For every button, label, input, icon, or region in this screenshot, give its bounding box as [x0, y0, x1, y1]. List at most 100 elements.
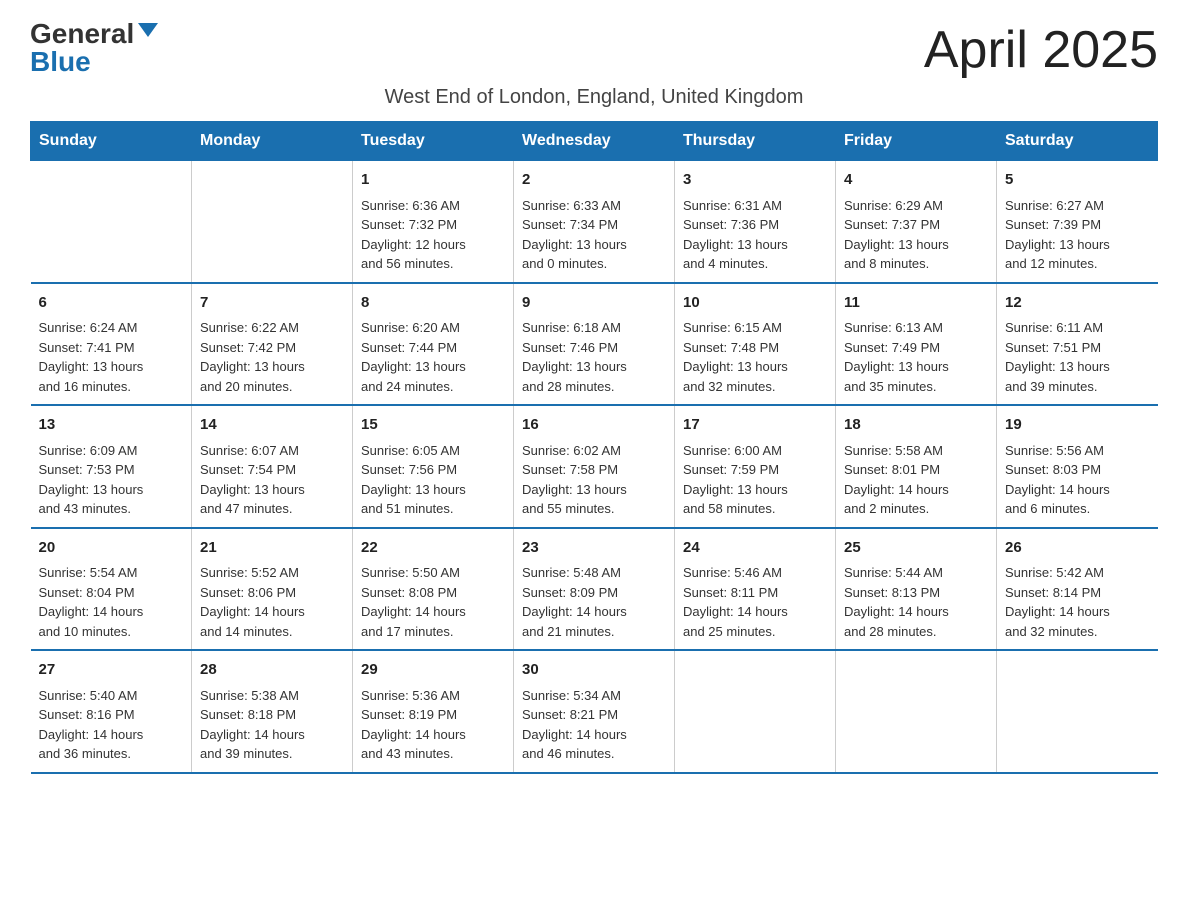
weekday-header-monday: Monday — [192, 122, 353, 161]
calendar-day-cell: 19 Sunrise: 5:56 AM Sunset: 8:03 PM Dayli… — [997, 405, 1158, 528]
calendar-day-cell — [31, 161, 192, 283]
calendar-day-cell: 5Sunrise: 6:27 AM Sunset: 7:39 PM Daylig… — [997, 161, 1158, 283]
day-info: Sunrise: 5:34 AM Sunset: 8:21 PM Dayligh… — [522, 686, 666, 764]
day-info: Sunrise: 6:18 AM Sunset: 7:46 PM Dayligh… — [522, 318, 666, 396]
calendar-day-cell: 14 Sunrise: 6:07 AM Sunset: 7:54 PM Dayli… — [192, 405, 353, 528]
day-number: 21 — [200, 537, 344, 560]
calendar-day-cell: 21Sunrise: 5:52 AM Sunset: 8:06 PM Dayli… — [192, 528, 353, 651]
day-info: Sunrise: 5:46 AM Sunset: 8:11 PM Dayligh… — [683, 563, 827, 641]
day-info: Sunrise: 6:29 AM Sunset: 7:37 PM Dayligh… — [844, 196, 988, 274]
calendar-day-cell: 7 Sunrise: 6:22 AM Sunset: 7:42 PM Daylig… — [192, 283, 353, 406]
weekday-header-sunday: Sunday — [31, 122, 192, 161]
calendar-day-cell: 1Sunrise: 6:36 AM Sunset: 7:32 PM Daylig… — [353, 161, 514, 283]
day-number: 14 — [200, 414, 344, 437]
day-number: 9 — [522, 292, 666, 315]
day-info: Sunrise: 6:02 AM Sunset: 7:58 PM Dayligh… — [522, 441, 666, 519]
day-info: Sunrise: 6:05 AM Sunset: 7:56 PM Dayligh… — [361, 441, 505, 519]
day-info: Sunrise: 5:40 AM Sunset: 8:16 PM Dayligh… — [39, 686, 184, 764]
day-number: 18 — [844, 414, 988, 437]
calendar-day-cell: 17 Sunrise: 6:00 AM Sunset: 7:59 PM Dayli… — [675, 405, 836, 528]
day-info: Sunrise: 5:56 AM Sunset: 8:03 PM Dayligh… — [1005, 441, 1150, 519]
calendar-day-cell: 26 Sunrise: 5:42 AM Sunset: 8:14 PM Dayli… — [997, 528, 1158, 651]
day-number: 17 — [683, 414, 827, 437]
logo-triangle-icon — [138, 23, 158, 37]
calendar-day-cell: 25 Sunrise: 5:44 AM Sunset: 8:13 PM Dayli… — [836, 528, 997, 651]
calendar-day-cell: 9 Sunrise: 6:18 AM Sunset: 7:46 PM Daylig… — [514, 283, 675, 406]
calendar-week-row: 6 Sunrise: 6:24 AM Sunset: 7:41 PM Daylig… — [31, 283, 1158, 406]
day-number: 3 — [683, 169, 827, 192]
day-number: 19 — [1005, 414, 1150, 437]
day-number: 7 — [200, 292, 344, 315]
day-info: Sunrise: 6:31 AM Sunset: 7:36 PM Dayligh… — [683, 196, 827, 274]
calendar-day-cell: 20 Sunrise: 5:54 AM Sunset: 8:04 PM Dayli… — [31, 528, 192, 651]
calendar-day-cell: 27 Sunrise: 5:40 AM Sunset: 8:16 PM Dayli… — [31, 650, 192, 773]
calendar-day-cell: 10 Sunrise: 6:15 AM Sunset: 7:48 PM Dayli… — [675, 283, 836, 406]
calendar-week-row: 27 Sunrise: 5:40 AM Sunset: 8:16 PM Dayli… — [31, 650, 1158, 773]
calendar-day-cell: 24 Sunrise: 5:46 AM Sunset: 8:11 PM Dayli… — [675, 528, 836, 651]
calendar-day-cell: 8 Sunrise: 6:20 AM Sunset: 7:44 PM Daylig… — [353, 283, 514, 406]
day-number: 12 — [1005, 292, 1150, 315]
calendar-day-cell: 13Sunrise: 6:09 AM Sunset: 7:53 PM Dayli… — [31, 405, 192, 528]
day-number: 10 — [683, 292, 827, 315]
day-number: 20 — [39, 537, 184, 560]
calendar-day-cell: 6 Sunrise: 6:24 AM Sunset: 7:41 PM Daylig… — [31, 283, 192, 406]
calendar-day-cell: 4Sunrise: 6:29 AM Sunset: 7:37 PM Daylig… — [836, 161, 997, 283]
day-info: Sunrise: 6:24 AM Sunset: 7:41 PM Dayligh… — [39, 318, 184, 396]
calendar-day-cell: 28 Sunrise: 5:38 AM Sunset: 8:18 PM Dayli… — [192, 650, 353, 773]
calendar-day-cell: 12 Sunrise: 6:11 AM Sunset: 7:51 PM Dayli… — [997, 283, 1158, 406]
day-info: Sunrise: 6:27 AM Sunset: 7:39 PM Dayligh… — [1005, 196, 1150, 274]
calendar-day-cell: 18 Sunrise: 5:58 AM Sunset: 8:01 PM Dayli… — [836, 405, 997, 528]
day-number: 27 — [39, 659, 184, 682]
calendar-day-cell — [997, 650, 1158, 773]
calendar-week-row: 13Sunrise: 6:09 AM Sunset: 7:53 PM Dayli… — [31, 405, 1158, 528]
day-number: 24 — [683, 537, 827, 560]
calendar-header-row: SundayMondayTuesdayWednesdayThursdayFrid… — [31, 122, 1158, 161]
day-info: Sunrise: 6:07 AM Sunset: 7:54 PM Dayligh… — [200, 441, 344, 519]
calendar-day-cell — [192, 161, 353, 283]
day-info: Sunrise: 5:42 AM Sunset: 8:14 PM Dayligh… — [1005, 563, 1150, 641]
weekday-header-thursday: Thursday — [675, 122, 836, 161]
weekday-header-wednesday: Wednesday — [514, 122, 675, 161]
calendar-day-cell: 22 Sunrise: 5:50 AM Sunset: 8:08 PM Dayli… — [353, 528, 514, 651]
calendar-table: SundayMondayTuesdayWednesdayThursdayFrid… — [30, 121, 1158, 774]
day-info: Sunrise: 5:44 AM Sunset: 8:13 PM Dayligh… — [844, 563, 988, 641]
day-number: 29 — [361, 659, 505, 682]
day-info: Sunrise: 5:48 AM Sunset: 8:09 PM Dayligh… — [522, 563, 666, 641]
day-number: 28 — [200, 659, 344, 682]
calendar-week-row: 20 Sunrise: 5:54 AM Sunset: 8:04 PM Dayli… — [31, 528, 1158, 651]
day-number: 22 — [361, 537, 505, 560]
weekday-header-tuesday: Tuesday — [353, 122, 514, 161]
weekday-header-friday: Friday — [836, 122, 997, 161]
day-number: 13 — [39, 414, 184, 437]
day-info: Sunrise: 6:33 AM Sunset: 7:34 PM Dayligh… — [522, 196, 666, 274]
day-info: Sunrise: 6:36 AM Sunset: 7:32 PM Dayligh… — [361, 196, 505, 274]
logo-blue: Blue — [30, 48, 91, 76]
day-number: 8 — [361, 292, 505, 315]
day-info: Sunrise: 5:54 AM Sunset: 8:04 PM Dayligh… — [39, 563, 184, 641]
day-number: 2 — [522, 169, 666, 192]
day-number: 26 — [1005, 537, 1150, 560]
day-info: Sunrise: 6:11 AM Sunset: 7:51 PM Dayligh… — [1005, 318, 1150, 396]
calendar-week-row: 1Sunrise: 6:36 AM Sunset: 7:32 PM Daylig… — [31, 161, 1158, 283]
day-info: Sunrise: 5:50 AM Sunset: 8:08 PM Dayligh… — [361, 563, 505, 641]
day-info: Sunrise: 6:13 AM Sunset: 7:49 PM Dayligh… — [844, 318, 988, 396]
calendar-day-cell: 23 Sunrise: 5:48 AM Sunset: 8:09 PM Dayli… — [514, 528, 675, 651]
month-title: April 2025 — [924, 20, 1158, 80]
calendar-day-cell — [675, 650, 836, 773]
day-number: 11 — [844, 292, 988, 315]
day-info: Sunrise: 6:22 AM Sunset: 7:42 PM Dayligh… — [200, 318, 344, 396]
day-info: Sunrise: 6:00 AM Sunset: 7:59 PM Dayligh… — [683, 441, 827, 519]
day-number: 15 — [361, 414, 505, 437]
calendar-day-cell — [836, 650, 997, 773]
calendar-day-cell: 16 Sunrise: 6:02 AM Sunset: 7:58 PM Dayli… — [514, 405, 675, 528]
day-info: Sunrise: 6:20 AM Sunset: 7:44 PM Dayligh… — [361, 318, 505, 396]
day-info: Sunrise: 5:58 AM Sunset: 8:01 PM Dayligh… — [844, 441, 988, 519]
day-info: Sunrise: 6:15 AM Sunset: 7:48 PM Dayligh… — [683, 318, 827, 396]
day-number: 23 — [522, 537, 666, 560]
day-info: Sunrise: 5:38 AM Sunset: 8:18 PM Dayligh… — [200, 686, 344, 764]
calendar-day-cell: 29Sunrise: 5:36 AM Sunset: 8:19 PM Dayli… — [353, 650, 514, 773]
day-number: 6 — [39, 292, 184, 315]
day-number: 16 — [522, 414, 666, 437]
day-number: 30 — [522, 659, 666, 682]
day-number: 25 — [844, 537, 988, 560]
